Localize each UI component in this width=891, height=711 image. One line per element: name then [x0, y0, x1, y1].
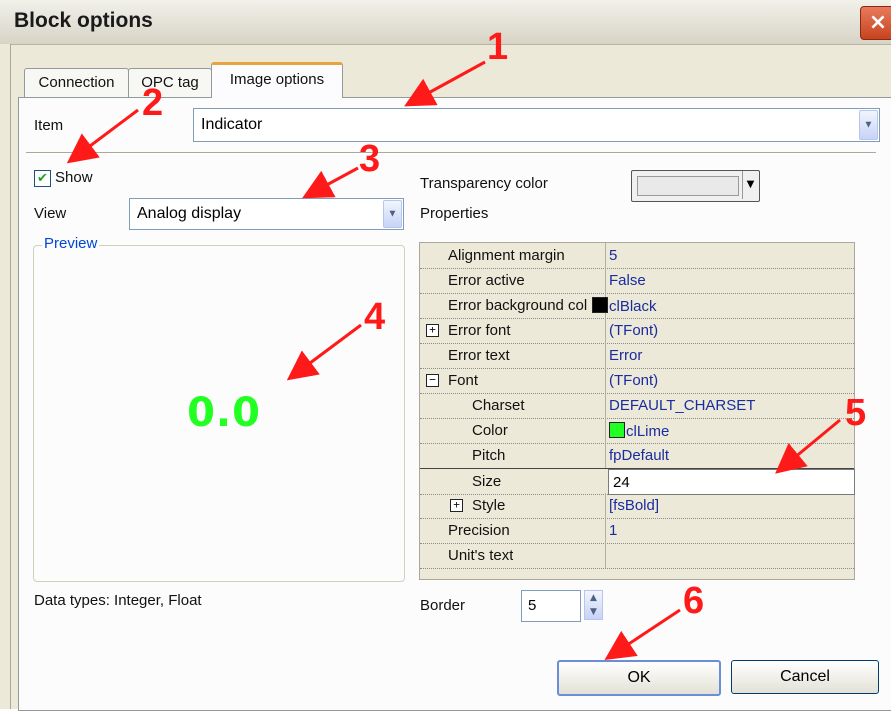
annotation-2: 2 [142, 82, 164, 124]
arrow-2 [66, 108, 139, 164]
annotation-6: 6 [683, 580, 705, 622]
tab-image-options[interactable]: Image options [211, 62, 343, 98]
annotation-3: 3 [359, 138, 381, 180]
block-options-dialog: Block options × Connection OPC tag Image… [0, 0, 891, 711]
arrow-4 [286, 323, 362, 381]
arrow-3 [302, 166, 359, 199]
arrow-1 [404, 60, 486, 107]
annotation-arrows [66, 60, 841, 660]
annotation-4: 4 [364, 296, 386, 338]
annotation-5: 5 [845, 392, 867, 434]
arrow-6 [604, 608, 681, 660]
annotation-1: 1 [487, 26, 509, 68]
arrow-5 [775, 418, 841, 474]
